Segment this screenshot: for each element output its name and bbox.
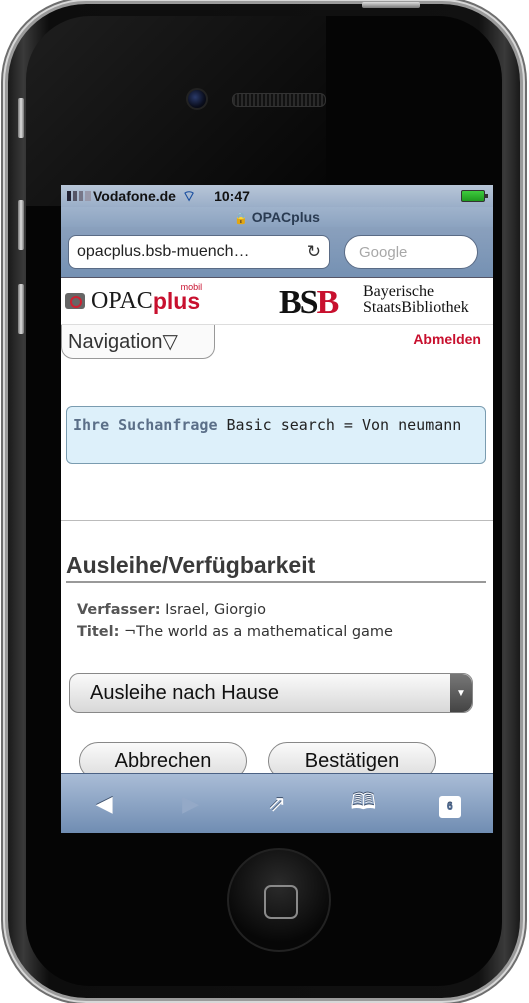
author-label: Verfasser: [77,602,161,618]
author-value: Israel, Giorgio [165,602,266,618]
opac-badge-icon [65,293,85,309]
chevron-down-icon: ▼ [450,674,472,712]
status-bar: Vodafone.de ⌔ 10:47 [61,185,493,207]
power-button [362,2,420,8]
address-row: opacplus.bsb-muench… ↻ Google [61,227,493,278]
title-label: Titel: [77,624,120,640]
bsb-logo[interactable]: BSB [279,284,340,322]
bsb-logo-b: B [316,284,340,321]
search-placeholder: Google [359,243,408,261]
reload-icon[interactable]: ↻ [307,242,321,262]
search-input[interactable]: Google [344,235,478,269]
site-header: OPAC plus mobil BSB Bayerische StaatsBibl… [61,278,493,325]
share-icon[interactable]: ⇗ [257,791,297,817]
title-value: ¬The world as a mathematical game [124,624,393,640]
earpiece-speaker [232,93,326,107]
home-square-icon [264,885,298,919]
page-title: OPACplus [251,209,320,225]
bsb-wordmark: Bayerische StaatsBibliothek [363,284,469,316]
title-row: Titel: ¬The world as a mathematical game [77,621,393,643]
forward-icon[interactable]: ▶ [171,791,211,817]
url-text: opacplus.bsb-muench… [77,243,250,260]
bsb-wordmark-line2: StaatsBibliothek [363,299,469,316]
query-text: Basic search = Von neumann [226,416,462,434]
volume-up-button [18,200,24,250]
opac-plus-text: plus mobil [153,282,202,315]
mute-switch [18,98,24,138]
browser-toolbar: ◀ ▶ ⇗ 🕮 6 [61,773,493,833]
clock: 10:47 [214,188,250,204]
search-query-box: Ihre Suchanfrage Basic search = Von neum… [66,406,486,464]
bsb-wordmark-line1: Bayerische [363,283,435,300]
wifi-icon: ⌔ [181,187,197,205]
home-button[interactable] [227,848,331,952]
tabs-button[interactable]: 6 [430,790,470,818]
loan-type-select[interactable]: Ausleihe nach Hause ▼ [69,673,473,713]
divider [61,520,493,521]
url-field[interactable]: opacplus.bsb-muench… ↻ [68,235,330,269]
nav-row: Navigation▽ Abmelden [61,325,493,361]
navigation-menu-button[interactable]: Navigation▽ [61,325,215,359]
volume-down-button [18,284,24,334]
lock-icon: 🔒 [234,213,248,225]
record-details: Verfasser: Israel, Giorgio Titel: ¬The w… [77,599,393,643]
phone-reflection [26,16,326,206]
loan-type-value: Ausleihe nach Hause [90,681,280,704]
author-row: Verfasser: Israel, Giorgio [77,599,393,621]
section-heading: Ausleihe/Verfügbarkeit [66,552,486,583]
bookmarks-icon[interactable]: 🕮 [343,785,383,823]
logout-link[interactable]: Abmelden [413,331,481,347]
tabs-icon: 6 [438,796,461,818]
signal-icon [67,191,91,201]
carrier-name: Vodafone.de [93,188,176,204]
bsb-logo-text: BS [279,284,319,321]
mobil-text: mobil [180,281,203,292]
screen: Vodafone.de ⌔ 10:47 🔒 OPACplus opacplus.b… [61,185,493,833]
opacplus-logo[interactable]: OPAC plus mobil [65,282,202,315]
browser-title-bar: 🔒 OPACplus [61,207,493,227]
query-label: Ihre Suchanfrage [73,416,218,434]
front-camera-icon [186,88,208,110]
opac-logo-text: OPAC [91,287,153,314]
back-icon[interactable]: ◀ [84,791,124,817]
battery-icon [461,190,488,202]
